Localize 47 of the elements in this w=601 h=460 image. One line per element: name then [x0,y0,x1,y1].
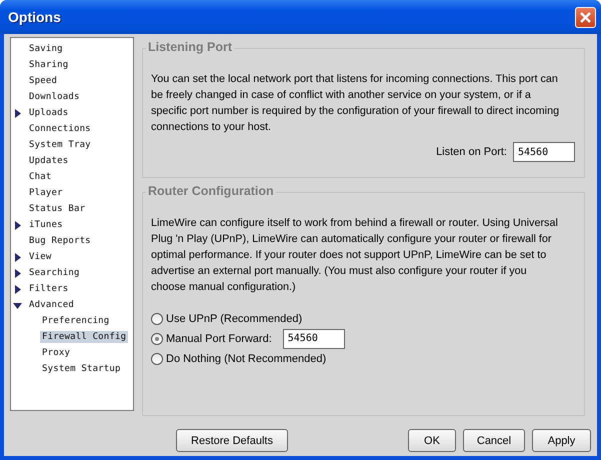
restore-defaults-button[interactable]: Restore Defaults [176,429,288,452]
tree-item[interactable]: View [27,251,54,263]
panel-title: Router Configuration [146,184,276,198]
tree-item[interactable]: Filters [27,283,70,295]
radio-label[interactable]: Use UPnP (Recommended) [166,312,302,324]
tree-item[interactable]: Uploads [27,107,70,119]
tree-item[interactable]: Sharing [27,59,70,71]
tree-item[interactable]: Player [27,187,65,199]
tree-item[interactable]: Searching [27,267,82,279]
dialog-button[interactable]: OK [408,429,456,452]
radio-label[interactable]: Manual Port Forward: [166,332,272,344]
close-button[interactable] [575,6,596,28]
dialog-button[interactable]: Cancel [463,429,525,452]
tree-item[interactable]: iTunes [27,219,65,231]
panel-title: Listening Port [146,40,234,54]
collapsed-arrow-icon[interactable] [13,108,22,118]
collapsed-arrow-icon[interactable] [13,284,22,294]
tree-item[interactable]: Preferencing [40,315,112,327]
description-text: LimeWire can configure itself to work from behind a firewall or router. Using Universal Plug 'n Play (UPnP), LimeWire can automatically configure your router or firewall for optimal performance. If your router does not support UPnP, LimeWire can be set to advertise an external port manually. (You must also configure your router if you choose manual configuration.) [151,216,559,295]
tree-item[interactable]: Downloads [27,91,82,103]
dialog-button[interactable]: Apply [532,429,591,452]
collapsed-arrow-icon[interactable] [13,268,22,278]
expanded-arrow-icon[interactable] [13,300,22,310]
radio-button[interactable] [151,312,163,324]
tree-item[interactable]: Advanced [27,299,76,311]
radio-button[interactable] [151,332,163,344]
radio-label[interactable]: Do Nothing (Not Recommended) [166,352,326,364]
port-field[interactable]: 54560 [513,142,575,162]
tree-item[interactable]: Status Bar [27,203,88,215]
collapsed-arrow-icon[interactable] [13,252,22,262]
window-title: Options [8,9,61,25]
radio-button[interactable] [151,352,163,364]
tree-item[interactable]: System Tray [27,139,93,151]
description-text: You can set the local network port that listens for incoming connections. This port can be freely changed in case of conflict with another service on your system, or if a specific port number is required by the configuration of your firewall to direct incoming connections to your host. [151,72,560,135]
field-label: Listen on Port: [436,146,507,158]
tree-item[interactable]: Speed [27,75,60,87]
tree-item[interactable]: Saving [27,43,65,55]
port-field[interactable]: 54560 [282,328,345,348]
collapsed-arrow-icon[interactable] [13,220,22,230]
tree-item[interactable]: Firewall Config [40,331,128,343]
tree-item[interactable]: System Startup [40,363,123,375]
close-icon [579,10,592,24]
tree-item[interactable]: Connections [27,123,93,135]
tree-item[interactable]: Chat [27,171,54,183]
tree-item[interactable]: Updates [27,155,70,167]
tree-item[interactable]: Proxy [40,347,72,359]
tree-item[interactable]: Bug Reports [27,235,93,247]
